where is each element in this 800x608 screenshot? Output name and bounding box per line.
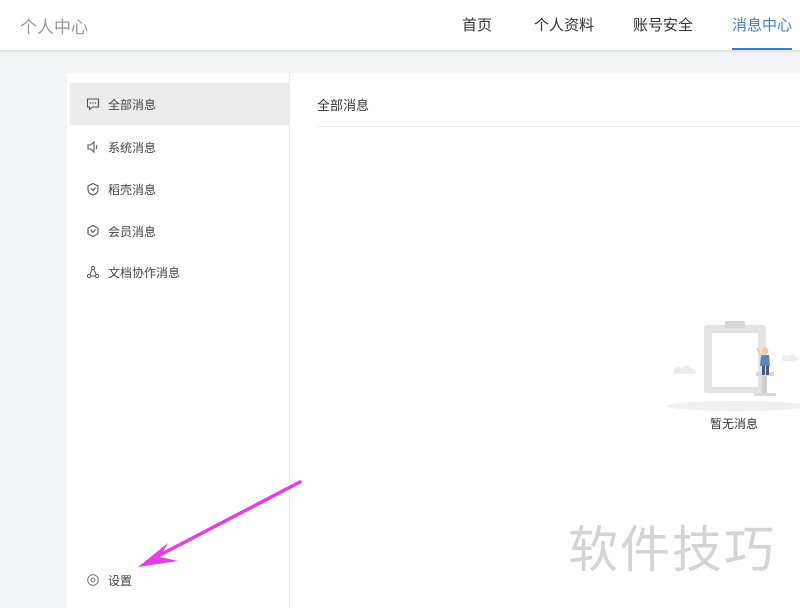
settings-label: 设置 xyxy=(108,573,133,588)
panel-divider xyxy=(317,126,800,127)
sidebar-item-docer-messages[interactable]: 稻壳消息 xyxy=(70,168,289,210)
sidebar-item-system-messages[interactable]: 系统消息 xyxy=(70,126,289,168)
sidebar-item-member-messages[interactable]: 会员消息 xyxy=(70,210,289,252)
empty-state-illustration xyxy=(667,321,800,411)
panel-title: 全部消息 xyxy=(317,99,370,114)
sidebar-item-label: 全部消息 xyxy=(108,97,157,112)
speaker-icon xyxy=(86,140,100,154)
nav-account-security[interactable]: 账号安全 xyxy=(633,0,693,50)
chat-bubble-icon xyxy=(86,97,100,111)
settings-button[interactable]: 设置 xyxy=(70,565,132,595)
app-title: 个人中心 xyxy=(20,18,88,38)
gear-icon xyxy=(86,573,100,587)
watermark: 软件技巧 xyxy=(568,521,776,579)
sidebar-item-label: 系统消息 xyxy=(108,140,157,155)
share-triangle-icon xyxy=(86,265,100,279)
sidebar-item-all-messages[interactable]: 全部消息 xyxy=(70,83,289,125)
nav-message-center[interactable]: 消息中心 xyxy=(732,0,793,50)
top-header: 个人中心 首页 个人资料 账号安全 消息中心 xyxy=(0,0,800,50)
member-hexagon-icon xyxy=(86,224,100,238)
empty-state-text: 暂无消息 xyxy=(710,417,759,431)
sidebar-item-label: 会员消息 xyxy=(108,224,157,239)
sidebar-item-label: 稻壳消息 xyxy=(108,182,157,197)
message-sidebar: 全部消息 系统消息 稻壳消息 会员消息 文档协作消息 设置 xyxy=(67,73,290,608)
nav-profile[interactable]: 个人资料 xyxy=(534,0,594,50)
sidebar-item-doc-collab-messages[interactable]: 文档协作消息 xyxy=(70,251,289,293)
docer-shield-icon xyxy=(86,182,100,196)
sidebar-item-label: 文档协作消息 xyxy=(108,265,181,280)
nav-home[interactable]: 首页 xyxy=(462,0,492,50)
